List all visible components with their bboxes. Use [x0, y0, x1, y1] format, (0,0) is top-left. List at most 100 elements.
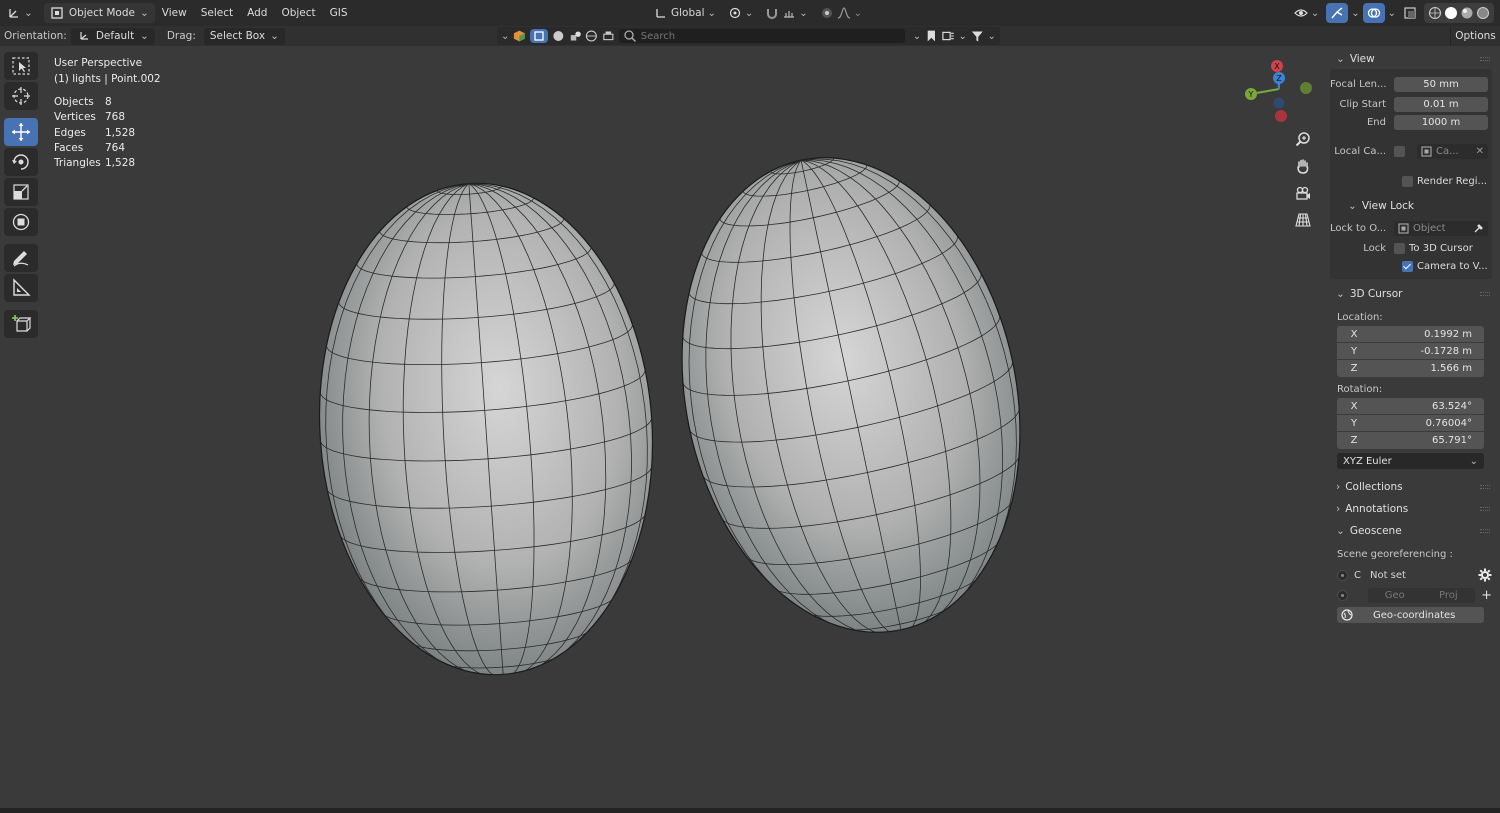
scale-tool[interactable] — [4, 178, 38, 206]
proportional-edit-toggle[interactable]: ⌄ — [816, 3, 866, 23]
drag-grip-icon[interactable] — [1480, 485, 1490, 489]
rotation-x-field[interactable]: X 63.524° — [1337, 398, 1484, 415]
funnel-chevron-icon[interactable]: ⌄ — [988, 31, 996, 42]
search-input[interactable]: Search — [618, 29, 905, 43]
xray-toggle[interactable] — [1399, 3, 1421, 23]
navigation-gizmo[interactable]: X Y Z — [1245, 60, 1312, 122]
add-cube-tool[interactable] — [4, 310, 38, 338]
drag-dropdown[interactable]: Select Box ⌄ — [203, 27, 285, 45]
funnel-icon[interactable] — [971, 29, 984, 43]
gizmo-neg-x[interactable] — [1275, 110, 1287, 122]
mesh-object-left[interactable] — [303, 172, 669, 686]
render-region-row: Render Regi... — [1330, 173, 1488, 190]
material-shading-icon[interactable] — [1460, 6, 1474, 20]
bookmark-icon[interactable] — [925, 29, 938, 43]
color-cube-icon[interactable] — [513, 29, 526, 43]
measure-tool[interactable] — [4, 274, 38, 302]
viewport-canvas[interactable]: X Y Z — [0, 0, 1500, 813]
cursor-section-header[interactable]: ⌄ 3D Cursor — [1330, 284, 1492, 304]
drag-grip-icon[interactable] — [1480, 292, 1490, 296]
drag-grip-icon[interactable] — [1480, 57, 1490, 61]
annotate-tool[interactable] — [4, 244, 38, 272]
overlays-toggle[interactable] — [1362, 3, 1385, 23]
printer-filter-icon[interactable] — [602, 29, 615, 43]
local-camera-label: Local Ca... — [1334, 146, 1386, 157]
geo-coordinates-button[interactable]: Geo-coordinates — [1337, 607, 1484, 623]
render-region-checkbox[interactable] — [1402, 176, 1413, 187]
sort-icon[interactable] — [942, 29, 955, 43]
focal-length-field[interactable]: 50 mm — [1394, 77, 1488, 92]
location-y-field[interactable]: Y -0.1728 m — [1337, 343, 1484, 360]
drag-grip-icon[interactable] — [1480, 507, 1490, 511]
lock-to-object-field[interactable]: Object — [1394, 221, 1488, 236]
location-z-field[interactable]: Z 1.566 m — [1337, 360, 1484, 377]
perspective-toggle-button[interactable] — [1292, 209, 1314, 231]
options-button[interactable]: Options — [1450, 26, 1500, 46]
view-lock-subheader[interactable]: ⌄ View Lock — [1330, 196, 1488, 216]
cursor-tool[interactable] — [4, 82, 38, 110]
shapes-filter-icon[interactable] — [569, 29, 582, 43]
menu-view[interactable]: View — [155, 3, 194, 23]
location-x-field[interactable]: X 0.1992 m — [1337, 326, 1484, 343]
menu-select[interactable]: Select — [194, 3, 240, 23]
orientation-dropdown[interactable]: Default ⌄ — [70, 27, 155, 45]
visibility-select[interactable]: ⌄ — [1290, 3, 1323, 23]
mesh-object-right[interactable] — [640, 126, 1063, 664]
rotation-y-field[interactable]: Y 0.76004° — [1337, 415, 1484, 432]
menu-add[interactable]: Add — [240, 3, 274, 23]
solid-shading-icon[interactable] — [1444, 6, 1458, 20]
eyedropper-icon[interactable] — [1473, 223, 1484, 234]
select-object-toggle[interactable] — [530, 29, 549, 43]
menu-object[interactable]: Object — [274, 3, 322, 23]
rendered-shading-icon[interactable] — [1476, 6, 1490, 20]
clip-end-field[interactable]: 1000 m — [1394, 115, 1488, 130]
rotate-tool[interactable] — [4, 148, 38, 176]
select-box-tool[interactable] — [4, 52, 38, 80]
chevron-down-icon[interactable]: ⌄ — [501, 31, 509, 42]
view-section-header[interactable]: ⌄ View — [1330, 49, 1492, 69]
local-camera-field[interactable]: Ca... ✕ — [1417, 144, 1488, 159]
crs-radio[interactable] — [1337, 569, 1348, 581]
filter-chevron-icon[interactable]: ⌄ — [913, 31, 921, 42]
snap-toggle[interactable]: ⌄ — [761, 3, 811, 23]
geoscene-section-header[interactable]: ⌄ Geoscene — [1330, 521, 1492, 541]
search-placeholder: Search — [640, 30, 676, 42]
wireframe-shading-icon[interactable] — [1428, 6, 1442, 20]
transform-tool[interactable] — [4, 208, 38, 236]
menu-gis[interactable]: GIS — [323, 3, 355, 23]
sort-chevron-icon[interactable]: ⌄ — [958, 31, 966, 42]
drag-grip-icon[interactable] — [1480, 529, 1490, 533]
camera-view-button[interactable] — [1292, 182, 1314, 204]
axis-label: Z — [1350, 363, 1358, 374]
camera-to-view-checkbox[interactable] — [1402, 261, 1413, 272]
move-icon — [12, 123, 30, 141]
transform-orientation-select[interactable]: Global ⌄ — [650, 3, 720, 23]
clear-x-icon[interactable]: ✕ — [1476, 146, 1484, 157]
editor-type-button[interactable]: ⌄ — [0, 3, 40, 23]
gizmo-toggle[interactable] — [1326, 3, 1349, 23]
globe-filter-icon[interactable] — [585, 29, 598, 43]
sphere-filter-icon[interactable] — [552, 29, 565, 43]
plus-icon[interactable]: + — [1481, 588, 1492, 603]
chevron-down-icon: ⌄ — [1336, 53, 1345, 65]
pan-button[interactable] — [1292, 155, 1314, 177]
pivot-point-select[interactable]: ⌄ — [724, 3, 757, 23]
annotations-section-title: Annotations — [1345, 503, 1409, 515]
mode-select[interactable]: Object Mode ⌄ — [43, 3, 155, 23]
move-tool[interactable] — [4, 118, 38, 146]
geo-button[interactable]: Geo — [1368, 588, 1422, 603]
rotation-z-field[interactable]: Z 65.791° — [1337, 432, 1484, 449]
collections-section-header[interactable]: › Collections — [1330, 477, 1492, 497]
gear-icon[interactable] — [1478, 568, 1492, 582]
clip-start-field[interactable]: 0.01 m — [1394, 97, 1488, 112]
geo-radio[interactable] — [1337, 589, 1348, 601]
to-3d-cursor-checkbox[interactable] — [1394, 243, 1405, 254]
zoom-button[interactable] — [1292, 128, 1314, 150]
annotations-section-header[interactable]: › Annotations — [1330, 499, 1492, 519]
proj-button[interactable]: Proj — [1422, 588, 1476, 603]
gizmo-neg-y[interactable] — [1300, 82, 1312, 94]
rotation-mode-dropdown[interactable]: XYZ Euler ⌄ — [1337, 453, 1484, 469]
stat-row: Faces 764 — [54, 141, 135, 156]
local-camera-checkbox[interactable] — [1394, 146, 1405, 157]
gizmo-neg-z[interactable] — [1273, 97, 1285, 109]
